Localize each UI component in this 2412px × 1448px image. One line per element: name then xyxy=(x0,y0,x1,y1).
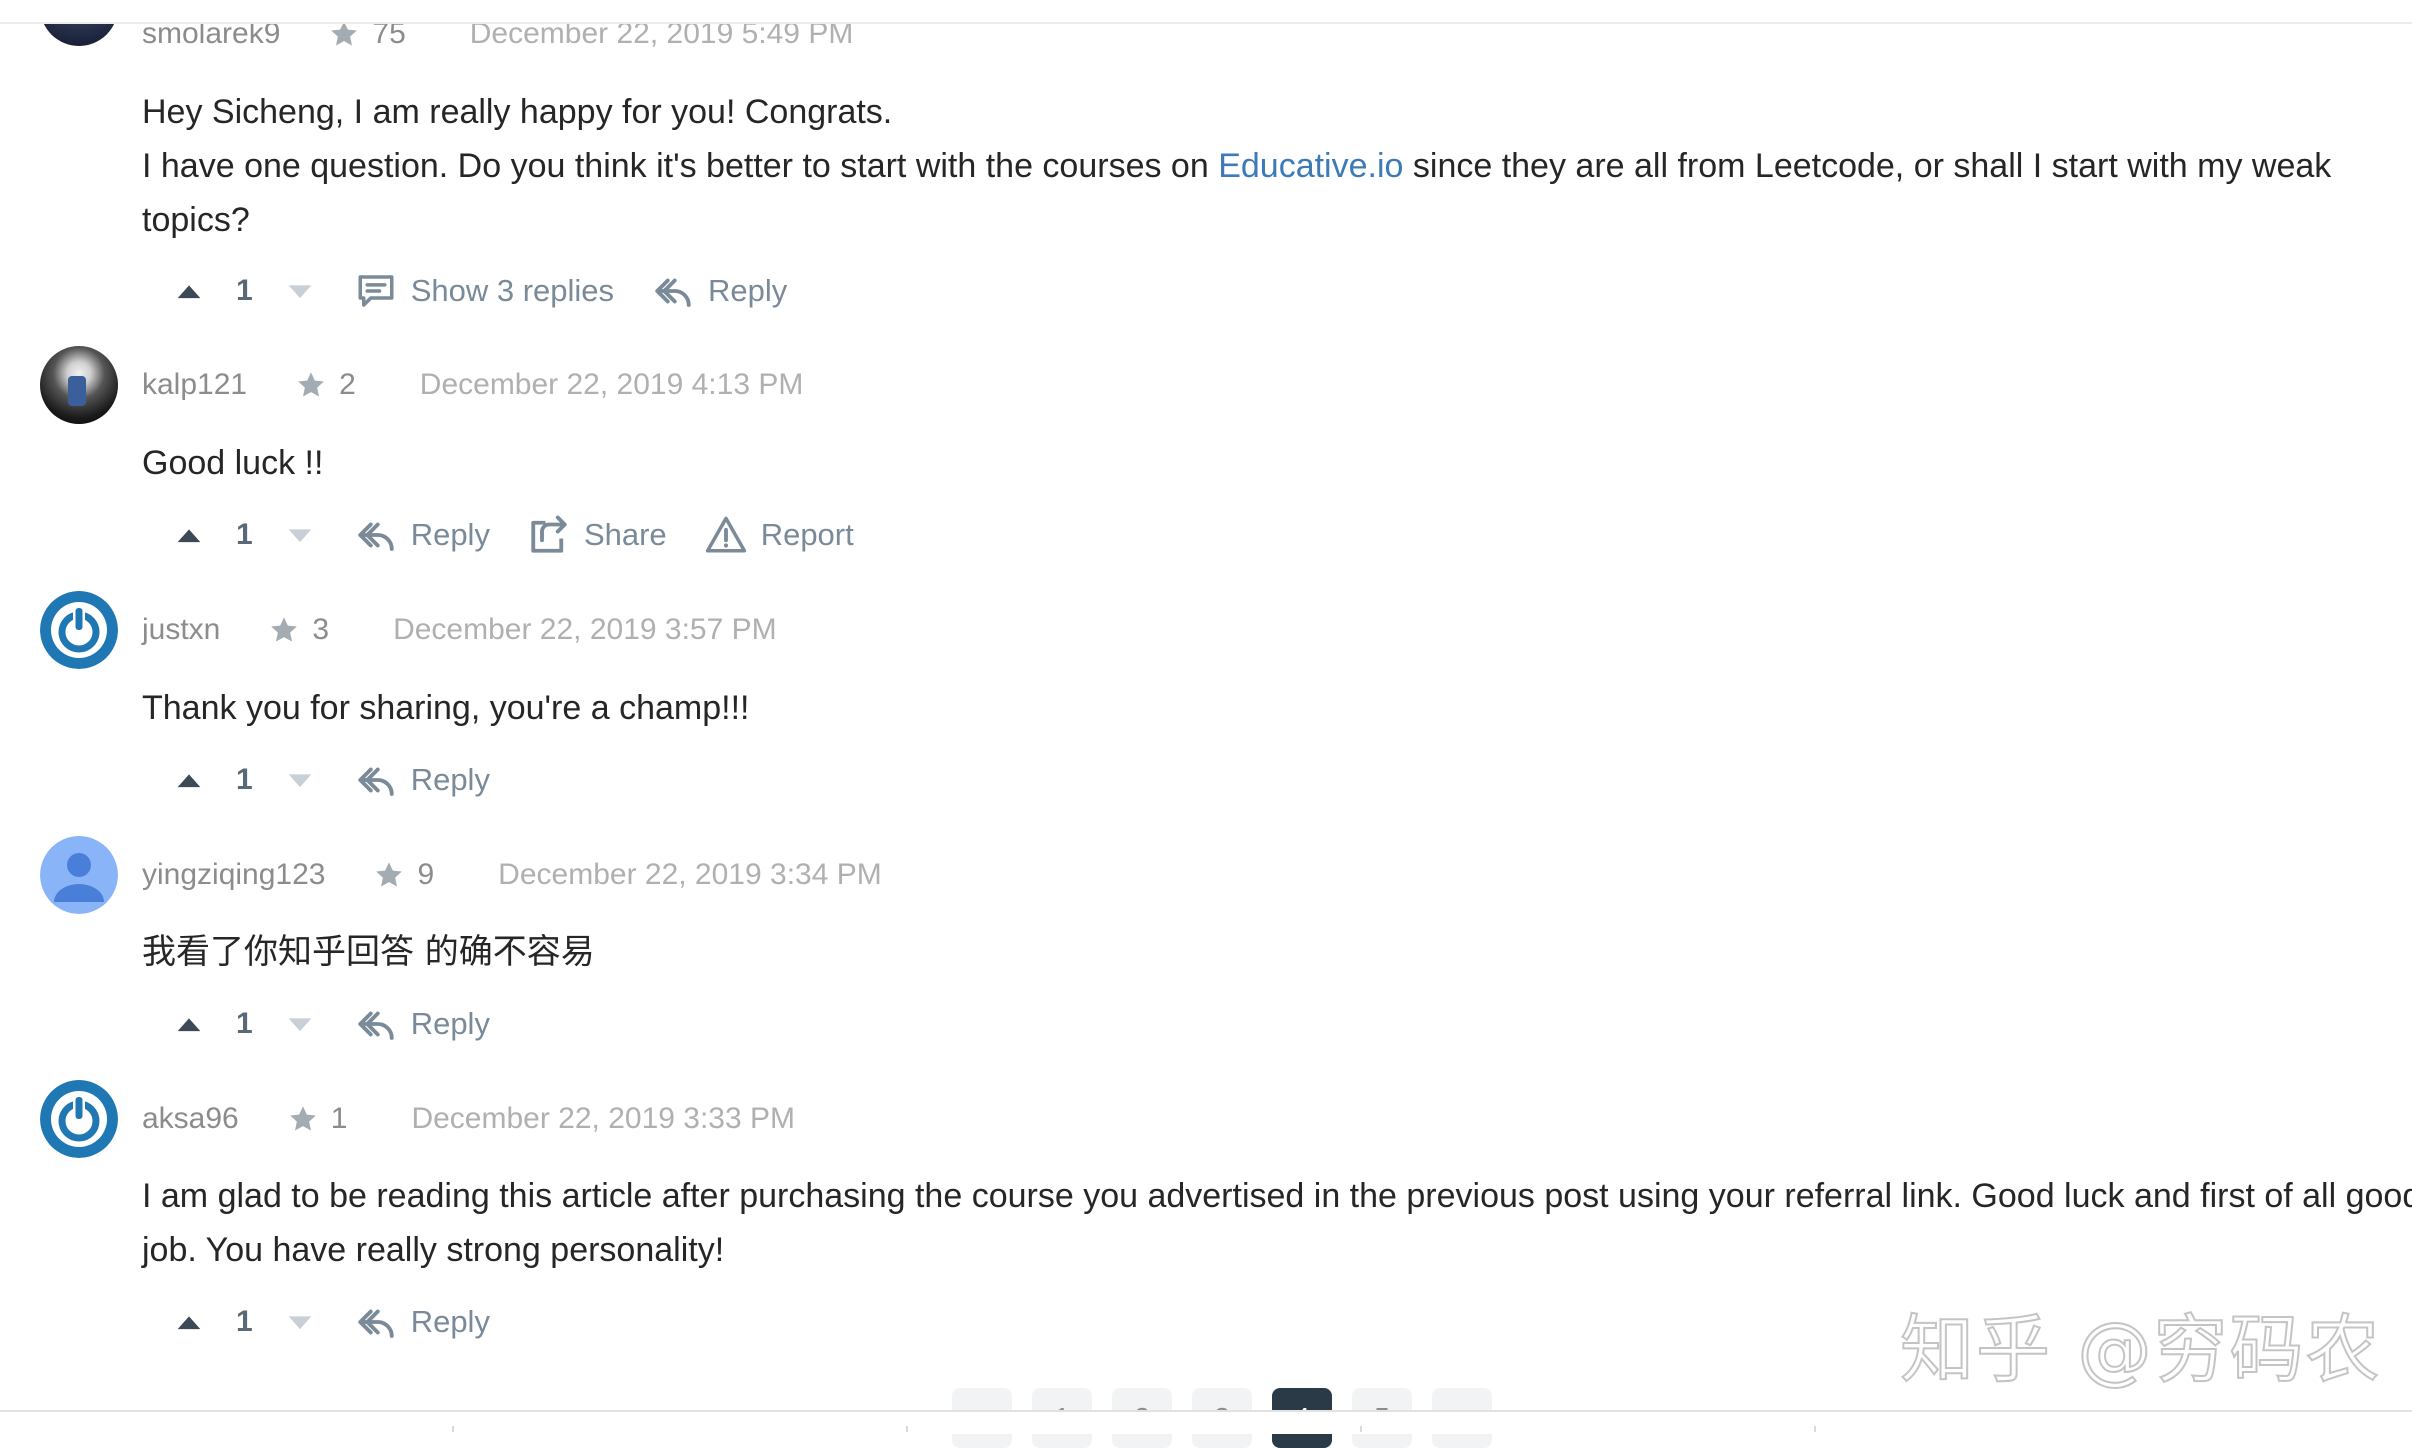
username[interactable]: yingziqing123 xyxy=(142,858,325,892)
comment-actions: 1 Reply xyxy=(172,999,490,1049)
reply-label: Reply xyxy=(410,1006,490,1041)
comment-body: 我看了你知乎回答 的确不容易 xyxy=(142,932,595,972)
power-icon xyxy=(40,1080,118,1158)
report-label: Report xyxy=(760,517,854,552)
reply-label: Reply xyxy=(410,517,490,552)
downvote-arrow-icon[interactable] xyxy=(283,763,317,797)
username[interactable]: kalp121 xyxy=(142,368,247,402)
avatar[interactable] xyxy=(40,591,118,669)
reply-icon xyxy=(355,1003,397,1045)
comment-text-line: job. You have really strong personality! xyxy=(142,1231,725,1269)
comment-actions: 1 Reply Share Report xyxy=(172,510,854,560)
comment-meta: kalp121 2 December 22, 2019 4:13 PM xyxy=(142,365,803,405)
divider-tick xyxy=(906,1426,908,1432)
reputation-count: 2 xyxy=(339,368,356,401)
reply-button[interactable]: Reply xyxy=(355,514,490,556)
upvote-arrow-icon[interactable] xyxy=(172,763,206,797)
reply-icon xyxy=(355,514,397,556)
reply-label: Reply xyxy=(708,273,788,308)
reply-icon xyxy=(652,270,694,312)
comment-text-line: Hey Sicheng, I am really happy for you! … xyxy=(142,93,893,131)
comment-body: Good luck !! xyxy=(142,444,324,482)
downvote-arrow-icon[interactable] xyxy=(283,1305,317,1339)
avatar[interactable] xyxy=(40,1080,118,1158)
comment-body: I am glad to be reading this article aft… xyxy=(142,1169,2412,1277)
downvote-arrow-icon[interactable] xyxy=(283,274,317,308)
comment-date: December 22, 2019 4:13 PM xyxy=(419,368,804,401)
share-label: Share xyxy=(583,517,667,552)
comment-date: December 22, 2019 3:57 PM xyxy=(393,613,777,646)
zhihu-watermark: 知乎 @穷码农 xyxy=(1899,1306,2382,1394)
reply-label: Reply xyxy=(410,1304,490,1339)
comment-actions: 1 Reply xyxy=(172,755,490,805)
report-button[interactable]: Report xyxy=(705,514,854,556)
comment-date: December 22, 2019 3:34 PM xyxy=(498,858,882,891)
share-icon xyxy=(528,514,570,556)
educative-link[interactable]: Educative.io xyxy=(1218,147,1403,185)
comment-body: Thank you for sharing, you're a champ!!! xyxy=(142,689,750,727)
star-icon xyxy=(287,1103,319,1135)
star-icon xyxy=(268,614,300,646)
username[interactable]: justxn xyxy=(142,613,220,647)
comment-date: December 22, 2019 3:33 PM xyxy=(411,1102,795,1135)
reputation-count: 1 xyxy=(330,1102,348,1135)
default-person-icon xyxy=(40,836,118,914)
comment-icon xyxy=(355,270,397,312)
divider-tick xyxy=(1814,1426,1816,1432)
reply-button[interactable]: Reply xyxy=(355,1003,490,1045)
comment-actions: 1 Reply xyxy=(172,1297,490,1347)
reply-label: Reply xyxy=(410,762,490,797)
reply-button[interactable]: Reply xyxy=(652,270,787,312)
avatar[interactable] xyxy=(40,836,118,914)
comment-body: Hey Sicheng, I am really happy for you! … xyxy=(142,85,2382,247)
comment-actions: 1 Show 3 replies Reply xyxy=(172,266,787,316)
show-replies-button[interactable]: Show 3 replies xyxy=(355,270,614,312)
upvote-arrow-icon[interactable] xyxy=(172,1305,206,1339)
upvote-arrow-icon[interactable] xyxy=(172,274,206,308)
reputation-count: 9 xyxy=(417,858,435,891)
show-replies-label: Show 3 replies xyxy=(410,273,615,308)
share-button[interactable]: Share xyxy=(528,514,667,556)
username[interactable]: aksa96 xyxy=(142,1102,239,1136)
warning-icon xyxy=(705,514,747,556)
divider-tick xyxy=(452,1426,454,1432)
star-icon xyxy=(373,859,405,891)
upvote-arrow-icon[interactable] xyxy=(172,1007,206,1041)
downvote-arrow-icon[interactable] xyxy=(283,518,317,552)
reputation-count: 3 xyxy=(312,613,330,646)
reply-button[interactable]: Reply xyxy=(355,1301,490,1343)
vote-count: 1 xyxy=(236,518,253,551)
downvote-arrow-icon[interactable] xyxy=(283,1007,317,1041)
star-icon xyxy=(295,369,327,401)
top-divider xyxy=(0,0,2412,24)
comment-meta: yingziqing123 9 December 22, 2019 3:34 P… xyxy=(142,855,882,895)
comment-text-line: I have one question. Do you think it's b… xyxy=(142,147,2332,239)
power-icon xyxy=(40,591,118,669)
avatar[interactable] xyxy=(40,346,118,424)
comment-meta: aksa96 1 December 22, 2019 3:33 PM xyxy=(142,1099,795,1139)
divider-tick xyxy=(1360,1426,1362,1432)
bottom-divider xyxy=(0,1410,2412,1434)
vote-count: 1 xyxy=(236,763,253,796)
comment-meta: justxn 3 December 22, 2019 3:57 PM xyxy=(142,610,777,650)
vote-count: 1 xyxy=(236,1305,253,1338)
reply-icon xyxy=(355,1301,397,1343)
upvote-arrow-icon[interactable] xyxy=(172,518,206,552)
comment-text-line: I am glad to be reading this article aft… xyxy=(142,1177,2412,1215)
reply-button[interactable]: Reply xyxy=(355,759,490,801)
vote-count: 1 xyxy=(236,274,253,307)
reply-icon xyxy=(355,759,397,801)
vote-count: 1 xyxy=(236,1007,253,1040)
